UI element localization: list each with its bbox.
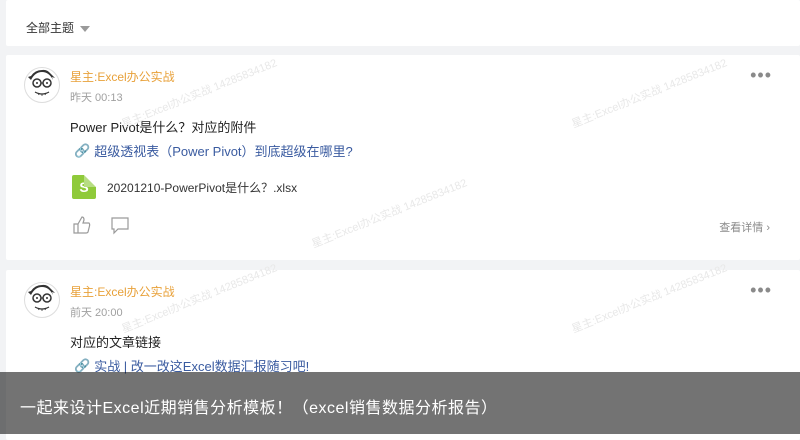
post-link[interactable]: 🔗 超级透视表（Power Pivot）到底超级在哪里? (74, 141, 353, 160)
caption-text: 一起来设计Excel近期销售分析模板！（excel销售数据分析报告） (20, 400, 498, 417)
thumbs-up-icon[interactable] (72, 215, 92, 240)
topic-filter-bar: 全部主题 (6, 0, 800, 46)
more-options-icon[interactable]: ••• (750, 66, 772, 84)
avatar-face-icon (28, 69, 55, 96)
topic-filter-label: 全部主题 (26, 21, 75, 35)
watermark: 星主:Excel办公实战 14285834182 (310, 177, 469, 251)
watermark: 星主:Excel办公实战 14285834182 (570, 57, 729, 131)
post-actions (72, 215, 148, 240)
post-time: 昨天 00:13 (70, 92, 123, 104)
view-details-link[interactable]: 查看详情 › (719, 219, 770, 235)
avatar-face-icon (28, 284, 55, 311)
watermark: 星主:Excel办公实战 14285834182 (570, 262, 729, 336)
author-name[interactable]: 星主:Excel办公实战 (70, 68, 175, 85)
file-icon-letter: S (79, 179, 89, 195)
post-link-text: 超级透视表（Power Pivot）到底超级在哪里? (94, 144, 353, 159)
spreadsheet-file-icon: S (72, 175, 96, 199)
more-options-icon[interactable]: ••• (750, 281, 772, 299)
post-time: 前天 20:00 (70, 307, 123, 319)
caret-down-icon (80, 25, 91, 32)
avatar[interactable] (24, 67, 60, 103)
post-content: 对应的文章链接 (70, 335, 162, 350)
file-attachment[interactable]: S 20201210-PowerPivot是什么？.xlsx (72, 175, 297, 199)
comment-icon[interactable] (110, 215, 130, 240)
post-card: 星主:Excel办公实战 昨天 00:13 ••• Power Pivot是什么… (6, 55, 800, 260)
file-name: 20201210-PowerPivot是什么？.xlsx (107, 180, 298, 195)
topic-filter-dropdown[interactable]: 全部主题 (26, 19, 91, 36)
avatar[interactable] (24, 282, 60, 318)
link-icon: 🔗 (74, 142, 91, 158)
post-content: Power Pivot是什么？对应的附件 (70, 120, 257, 135)
caption-banner: 一起来设计Excel近期销售分析模板！（excel销售数据分析报告） (0, 372, 800, 434)
author-name[interactable]: 星主:Excel办公实战 (70, 283, 175, 300)
